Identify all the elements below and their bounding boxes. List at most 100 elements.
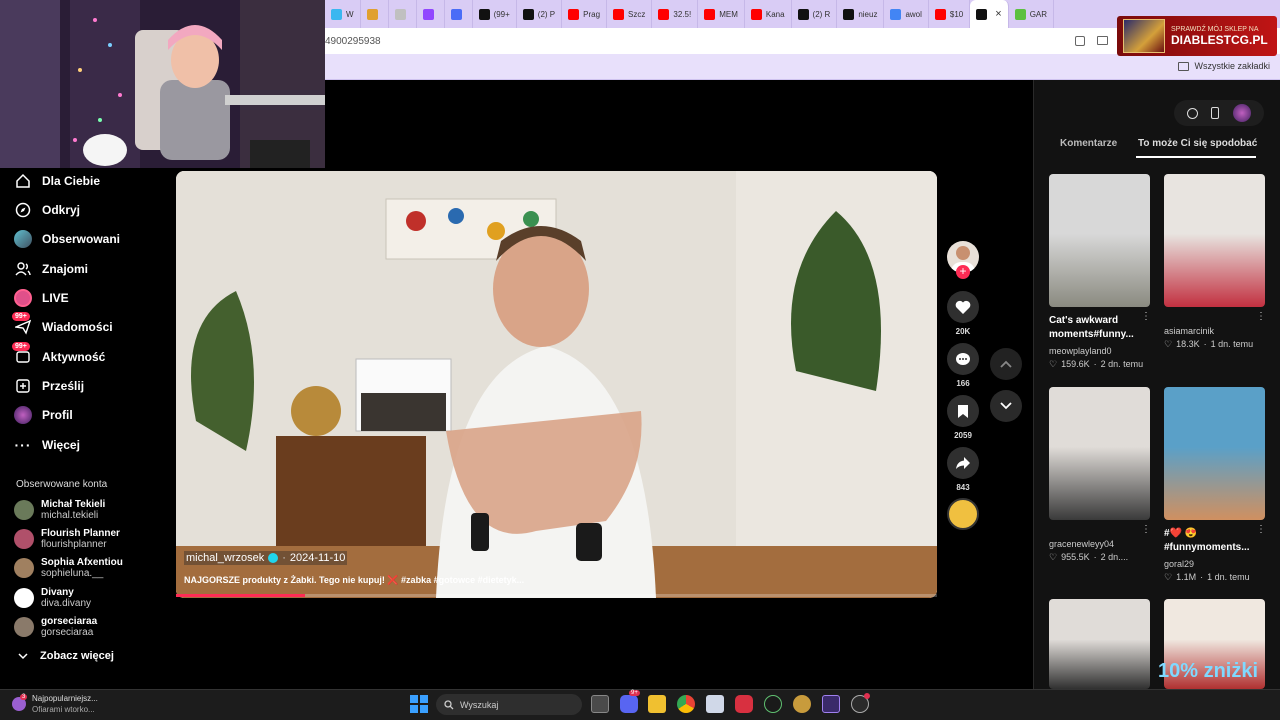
browser-tab[interactable]: $10 (929, 0, 971, 28)
browser-tab[interactable]: (2) R (792, 0, 838, 28)
avatar (14, 529, 34, 549)
card-likes: 159.6K (1061, 359, 1090, 369)
tab-comments[interactable]: Komentarze (1060, 138, 1117, 149)
app-icon-2[interactable] (735, 695, 753, 713)
followed-account[interactable]: Flourish Planner flourishplanner (14, 528, 120, 550)
sidebar-item-compass[interactable]: Odkryj (14, 201, 80, 219)
like-button[interactable] (947, 291, 979, 323)
share-button[interactable] (947, 447, 979, 479)
more-icon: ··· (14, 437, 32, 453)
browser-tab[interactable]: Szcz (607, 0, 653, 28)
tab-label: (2) R (812, 9, 831, 19)
browser-tab[interactable]: Kana (745, 0, 792, 28)
sound-disc-icon[interactable] (947, 498, 979, 530)
comment-button[interactable] (947, 343, 979, 375)
followed-account[interactable]: gorseciaraa gorseciaraa (14, 616, 97, 638)
more-options-icon[interactable]: ⋮ (1256, 311, 1266, 322)
sidebar-item-upload[interactable]: Prześlij (14, 377, 84, 395)
sidebar-item-home[interactable]: Dla Ciebie (14, 172, 100, 190)
following-accounts-title: Obserwowane konta (16, 479, 108, 490)
browser-tab[interactable] (361, 0, 389, 28)
address-text[interactable]: 4900295938 (325, 36, 381, 47)
video-thumbnail[interactable] (1164, 387, 1265, 520)
browser-tab[interactable]: Prag (562, 0, 608, 28)
account-name: Flourish Planner (41, 528, 120, 539)
app-icon-3[interactable] (764, 695, 782, 713)
browser-tab[interactable] (389, 0, 417, 28)
more-options-icon[interactable]: ⋮ (1141, 311, 1151, 322)
browser-tab[interactable]: W (325, 0, 361, 28)
avatar[interactable] (1233, 104, 1252, 122)
file-explorer-icon[interactable] (648, 695, 666, 713)
next-video-button[interactable] (990, 390, 1022, 422)
compass-icon[interactable] (1186, 107, 1198, 119)
account-name: Divany (41, 587, 74, 598)
chrome-icon[interactable] (677, 695, 695, 713)
translate-icon[interactable] (1075, 36, 1085, 46)
tab-favicon-icon (522, 8, 534, 20)
sidebar-item-more[interactable]: ··· Więcej (14, 436, 80, 454)
browser-tab[interactable]: (99+ (473, 0, 517, 28)
taskbar-search[interactable]: Wyszukaj (436, 694, 582, 715)
card-username[interactable]: meowplayland0 (1049, 346, 1112, 356)
browser-tab[interactable] (417, 0, 445, 28)
app-icon-5[interactable] (851, 693, 870, 713)
video-thumbnail[interactable] (1049, 599, 1150, 689)
sidebar-item-activity[interactable]: 99+ Aktywność (12, 342, 105, 366)
news-widget[interactable]: 3 Najpopularniejsz... Ofiarami wtorko... (12, 693, 98, 715)
card-title[interactable]: Cat's awkward moments#funny... (1049, 314, 1149, 342)
previous-video-button[interactable] (990, 348, 1022, 380)
phone-icon[interactable] (1211, 107, 1220, 119)
separator-dot: · (1200, 572, 1204, 582)
task-view-icon[interactable] (591, 695, 609, 713)
app-icon-1[interactable] (706, 695, 724, 713)
discord-icon[interactable]: 9+ (620, 690, 640, 713)
followed-account[interactable]: Divany diva.divany (14, 587, 91, 609)
app-icon-4[interactable] (822, 695, 840, 713)
card-age: 1 dn. temu (1207, 572, 1250, 582)
like-count: 20K (955, 327, 971, 336)
sidebar-item-live[interactable]: LIVE (14, 289, 69, 307)
card-username[interactable]: asiamarcinik (1164, 326, 1214, 336)
followed-account[interactable]: Sophia Afxentiou sophieluna.__ (14, 557, 123, 579)
sidebar-item-friends[interactable]: Znajomi (14, 260, 88, 278)
see-more-button[interactable]: Zobacz więcej (18, 650, 114, 662)
browser-tab[interactable] (445, 0, 473, 28)
browser-tab[interactable]: (2) P (517, 0, 563, 28)
shop-ad-banner[interactable]: SPRAWDŹ MÓJ SKLEP NA DIABLESTCG.PL (1117, 16, 1277, 56)
sidebar-item-profile[interactable]: Profil (14, 406, 73, 424)
browser-tab[interactable]: × (970, 0, 1009, 28)
video-thumbnail[interactable] (1049, 174, 1150, 307)
more-options-icon[interactable]: ⋮ (1256, 524, 1266, 535)
video-thumbnail[interactable] (1049, 387, 1150, 520)
sidebar-item-following[interactable]: Obserwowani (14, 230, 120, 248)
tab-you-may-like[interactable]: To może Ci się spodobać (1138, 138, 1257, 149)
card-username[interactable]: gracenewleyy04 (1049, 539, 1114, 549)
browser-tab[interactable]: GAR (1009, 0, 1055, 28)
sidebar-item-messages[interactable]: 99+ Wiadomości (12, 312, 113, 336)
cast-icon[interactable] (1097, 36, 1108, 45)
account-handle: diva.divany (41, 598, 92, 609)
league-icon[interactable] (793, 695, 811, 713)
card-username[interactable]: goral29 (1164, 559, 1194, 569)
video-player[interactable] (176, 171, 937, 598)
tab-favicon-icon (422, 8, 434, 20)
save-button[interactable] (947, 395, 979, 427)
video-thumbnail[interactable] (1164, 174, 1265, 307)
browser-tab[interactable]: awol (884, 0, 929, 28)
windows-start-icon[interactable] (410, 695, 428, 713)
close-tab-icon[interactable]: × (995, 8, 1001, 20)
follow-plus-icon[interactable]: + (956, 265, 970, 279)
video-author[interactable]: michal_wrzosek · 2024-11-10 (184, 551, 348, 565)
card-title[interactable]: #❤️ 😍 #funnymoments... (1164, 527, 1264, 555)
more-options-icon[interactable]: ⋮ (1141, 524, 1151, 535)
browser-tab[interactable]: 32.5! (652, 0, 699, 28)
notification-badge: 99+ (12, 342, 30, 351)
browser-tab[interactable]: nieuz (837, 0, 885, 28)
browser-tab[interactable]: MEM (698, 0, 745, 28)
separator-dot: · (1093, 359, 1097, 369)
video-username[interactable]: michal_wrzosek (186, 552, 264, 564)
followed-account[interactable]: Michał Tekieli michal.tekieli (14, 499, 105, 521)
all-bookmarks-button[interactable]: Wszystkie zakładki (1178, 61, 1270, 71)
heart-icon: ♡ (1164, 572, 1173, 582)
